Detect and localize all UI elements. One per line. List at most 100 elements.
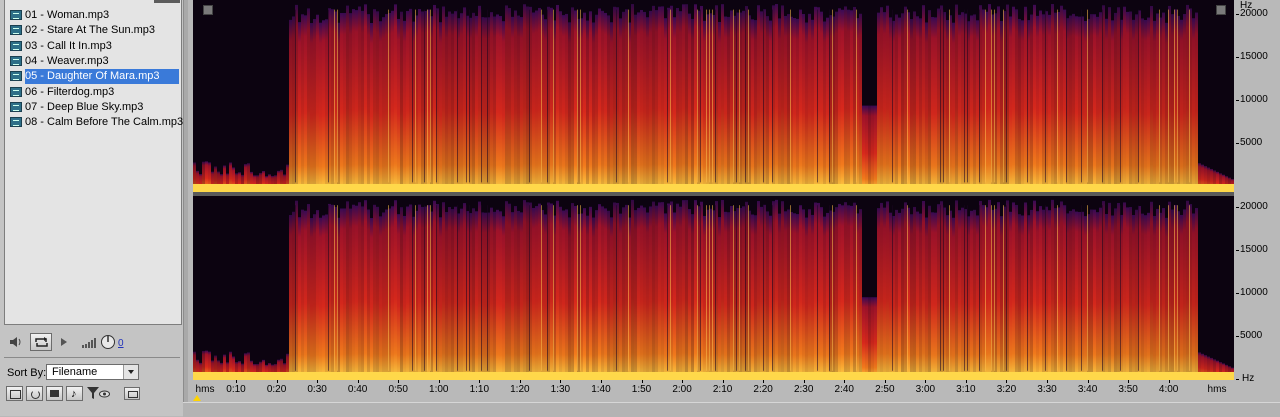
spectrogram-view[interactable]: [193, 0, 1234, 380]
time-tick: [236, 380, 237, 383]
file-list-item[interactable]: 01 - Woman.mp3: [10, 8, 179, 23]
time-tick: [1006, 380, 1008, 383]
panel-splitter[interactable]: [183, 0, 188, 416]
film-button[interactable]: [46, 386, 63, 401]
properties-button[interactable]: [124, 387, 140, 400]
time-tick: [600, 380, 602, 383]
file-name: 06 - Filterdog.mp3: [25, 85, 115, 98]
time-tick: [398, 380, 400, 383]
frequency-label: 15000: [1240, 51, 1268, 62]
time-tick: [1168, 380, 1170, 383]
time-label: 3:00: [915, 384, 936, 395]
frequency-label: 15000: [1240, 244, 1268, 255]
time-unit-label-right: hms: [1207, 384, 1227, 395]
file-list: 01 - Woman.mp3 02 - Stare At The Sun.mp3 0…: [4, 0, 183, 325]
panel-divider: [4, 357, 180, 358]
time-tick: [276, 380, 278, 383]
file-name: 02 - Stare At The Sun.mp3: [25, 24, 156, 37]
time-tick: [844, 380, 846, 383]
spectrogram-channel-left[interactable]: [193, 0, 1234, 192]
frequency-label: Hz: [1242, 373, 1255, 384]
time-label: 1:50: [631, 384, 652, 395]
time-label: 1:40: [591, 384, 611, 395]
speaker-icon[interactable]: [9, 336, 23, 348]
refresh-button[interactable]: [26, 386, 43, 401]
file-list-item[interactable]: 06 - Filterdog.mp3: [10, 85, 179, 100]
file-name: 03 - Call It In.mp3: [25, 39, 112, 52]
frequency-tick: [1236, 379, 1239, 380]
frequency-tick: [1236, 336, 1239, 337]
time-label: 1:00: [429, 384, 449, 395]
time-label: 3:30: [1037, 384, 1057, 395]
time-tick: [803, 380, 805, 383]
music-note-button[interactable]: ♪: [66, 386, 83, 401]
time-label: 1:30: [550, 384, 571, 395]
frequency-label: 5000: [1240, 137, 1263, 148]
chevron-down-icon[interactable]: [123, 365, 138, 379]
frequency-tick: [1236, 143, 1239, 144]
audio-file-icon: [10, 101, 22, 112]
file-list-item[interactable]: 05 - Daughter Of Mara.mp3: [10, 69, 179, 85]
time-tick: [357, 380, 359, 383]
panel-top-strip: [154, 0, 180, 3]
file-name: 05 - Daughter Of Mara.mp3: [25, 70, 160, 83]
frequency-tick: [1236, 250, 1239, 251]
audio-file-icon: [10, 71, 22, 82]
file-name: 07 - Deep Blue Sky.mp3: [25, 100, 144, 113]
volume-bars-icon: [82, 338, 98, 351]
volume-knob-icon[interactable]: [100, 334, 116, 353]
time-label: 2:00: [672, 384, 692, 395]
time-label: 2:10: [712, 384, 733, 395]
time-label: 3:20: [996, 384, 1017, 395]
time-label: 3:50: [1118, 384, 1138, 395]
time-axis: hms 0:10 0:20 0:30 0:40 0:50 1:00 1:10 1:20 1:30 1…: [193, 380, 1236, 402]
time-label: 0:40: [347, 384, 368, 395]
properties-icon: [128, 391, 138, 398]
time-tick: [438, 380, 440, 383]
playhead-marker[interactable]: [193, 395, 201, 401]
sort-by-label: Sort By:: [7, 367, 47, 379]
time-label: 0:10: [226, 384, 246, 395]
time-label: 2:40: [834, 384, 854, 395]
eye-icon[interactable]: [99, 389, 110, 401]
film-icon: [50, 390, 59, 397]
time-tick: [722, 380, 724, 383]
file-list-item[interactable]: 03 - Call It In.mp3: [10, 39, 179, 54]
frequency-label: 10000: [1240, 94, 1268, 105]
loop-button[interactable]: [30, 333, 52, 351]
audio-file-icon: [10, 86, 22, 97]
status-bar: [183, 402, 1280, 417]
time-tick: [884, 380, 886, 383]
sort-by-select[interactable]: Filename: [46, 364, 139, 380]
file-list-item[interactable]: 07 - Deep Blue Sky.mp3: [10, 100, 179, 115]
time-label: 1:10: [469, 384, 490, 395]
file-name: 01 - Woman.mp3: [25, 9, 110, 21]
spectrogram-channel-right[interactable]: [193, 196, 1234, 380]
time-unit-label-left: hms: [195, 384, 215, 395]
file-panel: 01 - Woman.mp3 02 - Stare At The Sun.mp3 0…: [0, 0, 183, 416]
zoom-corner-right[interactable]: [1216, 5, 1226, 15]
view-waveform-button[interactable]: [6, 386, 23, 401]
time-tick: [1047, 380, 1048, 383]
file-list-item[interactable]: 08 - Calm Before The Calm.mp3: [10, 115, 183, 130]
time-label: 3:10: [956, 384, 976, 395]
music-note-icon: ♪: [71, 388, 77, 400]
play-icon[interactable]: [60, 337, 68, 350]
time-label: 0:30: [307, 384, 327, 395]
time-tick: [1128, 380, 1130, 383]
time-label: 2:50: [875, 384, 895, 395]
sort-by-value: Filename: [52, 366, 98, 378]
waveform-icon: [10, 390, 21, 399]
time-tick: [317, 380, 319, 383]
file-list-item[interactable]: 02 - Stare At The Sun.mp3: [10, 23, 179, 38]
frequency-label: 10000: [1240, 287, 1268, 298]
time-tick: [479, 380, 481, 383]
zoom-corner-left[interactable]: [203, 5, 213, 15]
audio-file-icon: [10, 40, 22, 51]
time-tick: [925, 380, 927, 383]
filter-icon[interactable]: [87, 387, 99, 403]
playback-controls: 0: [4, 330, 180, 358]
time-label: 2:30: [793, 384, 814, 395]
time-tick: [1087, 380, 1089, 383]
file-list-item[interactable]: 04 - Weaver.mp3: [10, 54, 179, 69]
